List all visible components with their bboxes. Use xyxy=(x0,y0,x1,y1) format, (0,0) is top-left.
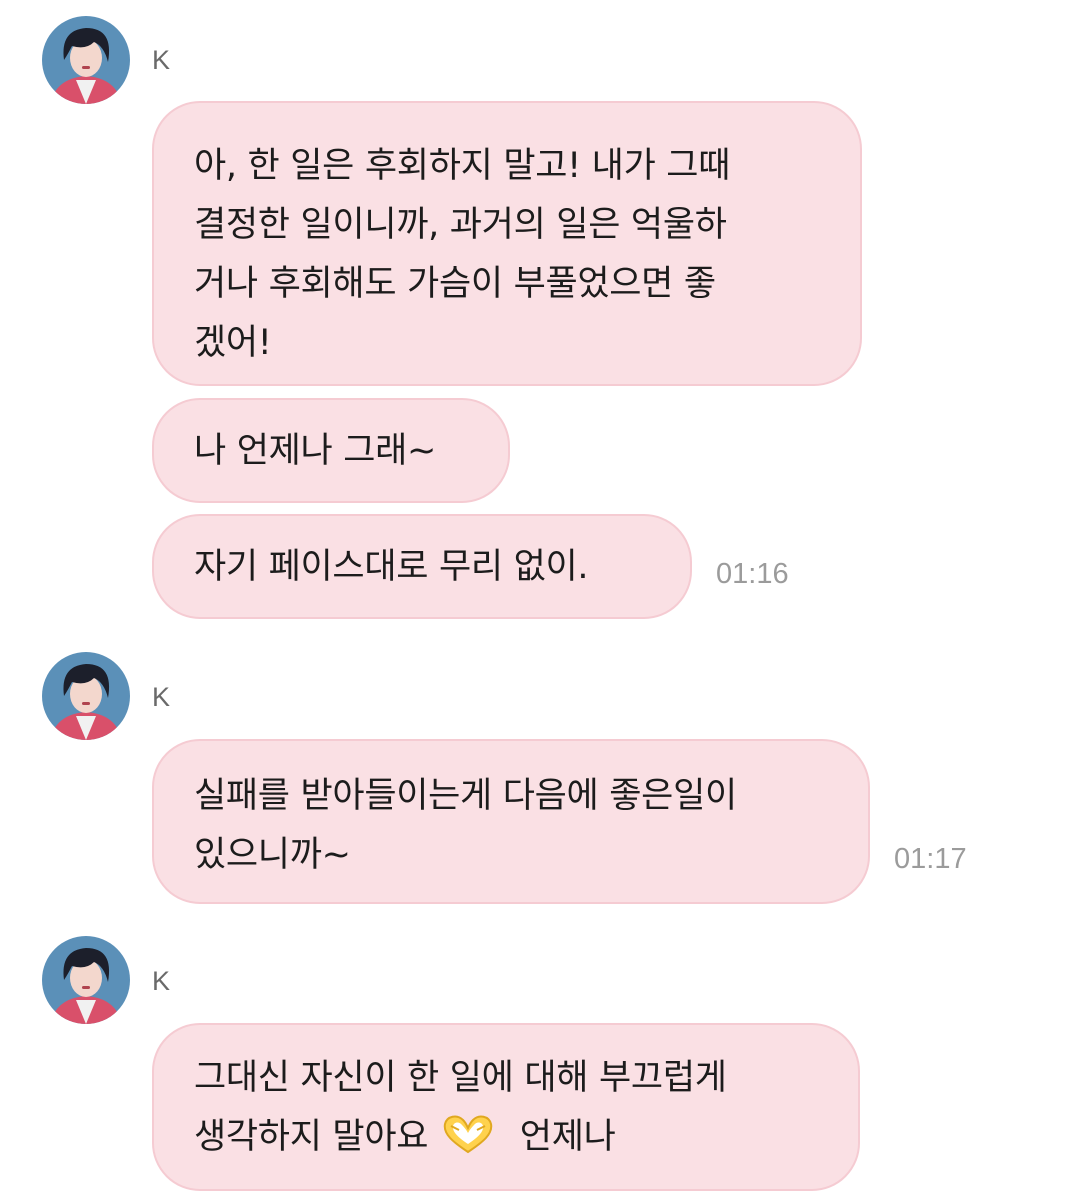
message-timestamp: 01:16 xyxy=(716,558,789,590)
message-line: 있으니까~ xyxy=(194,835,351,875)
message-timestamp: 01:17 xyxy=(894,843,967,875)
profile-photo-avatar-icon xyxy=(42,652,130,740)
message-bubble[interactable]: 실패를 받아들이는게 다음에 좋은일이 있으니까~ xyxy=(152,739,870,904)
message-line: 아, 한 일은 후회하지 말고! 내가 그때 xyxy=(194,146,731,186)
message-line: 나 언제나 그래~ xyxy=(194,431,437,471)
message-bubble[interactable]: 아, 한 일은 후회하지 말고! 내가 그때 결정한 일이니까, 과거의 일은 … xyxy=(152,101,862,386)
profile-photo-avatar-icon xyxy=(42,16,130,104)
heart-hands-emoji-icon xyxy=(439,1114,497,1154)
message-bubble[interactable]: 자기 페이스대로 무리 없이. xyxy=(152,514,692,619)
avatar[interactable] xyxy=(42,16,130,104)
profile-photo-avatar-icon xyxy=(42,936,130,1024)
sender-name: K xyxy=(152,682,171,712)
message-line: 겠어! xyxy=(194,323,272,363)
avatar[interactable] xyxy=(42,652,130,740)
sender-name: K xyxy=(152,45,171,75)
message-line: 생각하지 말아요 언제나 xyxy=(194,1108,820,1167)
sender-name: K xyxy=(152,966,171,996)
message-line: 실패를 받아들이는게 다음에 좋은일이 xyxy=(194,776,737,816)
message-line: 결정한 일이니까, 과거의 일은 억울하 xyxy=(194,205,727,245)
message-text: 생각하지 말아요 xyxy=(194,1117,429,1157)
message-line: 거나 후회해도 가슴이 부풀었으면 좋 xyxy=(194,264,716,304)
message-line: 자기 페이스대로 무리 없이. xyxy=(194,547,589,587)
message-bubble[interactable]: 나 언제나 그래~ xyxy=(152,398,510,503)
message-line: 그대신 자신이 한 일에 대해 부끄럽게 xyxy=(194,1058,727,1098)
message-bubble[interactable]: 그대신 자신이 한 일에 대해 부끄럽게 생각하지 말아요 언제나 xyxy=(152,1023,860,1191)
message-text: 언제나 xyxy=(519,1117,616,1157)
avatar[interactable] xyxy=(42,936,130,1024)
